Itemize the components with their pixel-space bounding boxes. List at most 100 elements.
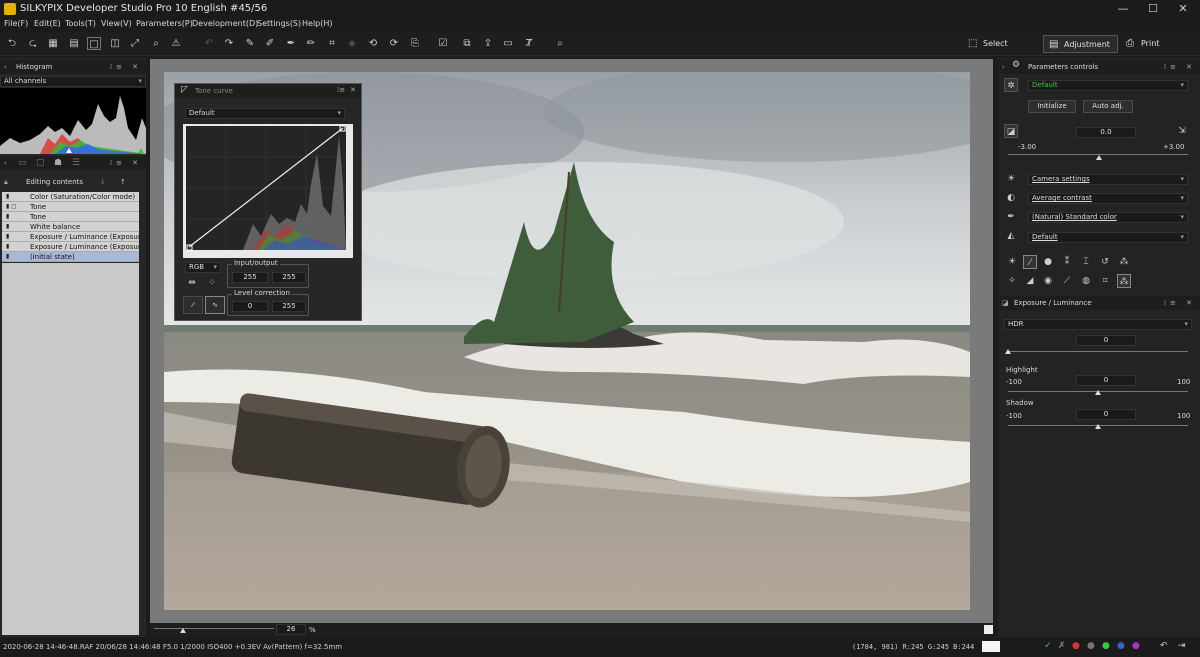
menu-edit[interactable]: Edit(E) xyxy=(34,19,61,28)
thumbnail-view-icon[interactable]: ▦ xyxy=(46,37,60,50)
linear-curve-button[interactable]: ⁄ xyxy=(183,296,203,314)
color-select[interactable]: (Natural) Standard color ▾ xyxy=(1028,212,1188,223)
points-icon[interactable]: ⁘ xyxy=(205,276,219,290)
histogram-channel-select[interactable]: All channels ▾ xyxy=(0,76,146,87)
exposure-mode-select[interactable]: HDR ▾ xyxy=(1004,319,1192,330)
exposure-tool-icon[interactable]: ⁂ xyxy=(1117,274,1131,288)
collapse-icon[interactable]: ‹ xyxy=(4,60,7,74)
people-icon[interactable]: ☗ xyxy=(54,158,62,168)
arrow-down-icon[interactable]: ↓ xyxy=(100,175,106,189)
copy-params-icon[interactable]: ✎ xyxy=(243,37,257,50)
group-icon[interactable]: ⧉ xyxy=(460,37,474,50)
level-low-spinner[interactable]: 0 xyxy=(232,301,268,312)
list-item[interactable]: ▮ Exposure / Luminance (Exposure xyxy=(2,232,139,242)
export-status-icon[interactable]: ⇥ xyxy=(1178,641,1186,651)
crop-tool-icon[interactable]: ⌗ xyxy=(1098,274,1112,288)
arrow-up-icon[interactable]: ↑ xyxy=(120,175,126,189)
hdr-slider-thumb[interactable] xyxy=(1005,349,1011,354)
maximize-icon[interactable]: ☐ xyxy=(1138,1,1168,17)
gradient-tool-icon[interactable]: ◢ xyxy=(1023,274,1037,288)
panel-menu-icon[interactable]: ⁞≡ ✕ xyxy=(110,60,142,74)
taste-icon[interactable]: ✲ xyxy=(1004,78,1018,92)
compare-view-icon[interactable]: ◫ xyxy=(108,37,122,50)
slideshow-icon[interactable]: ▭ xyxy=(501,37,515,50)
tone-curve-tool-icon[interactable]: ⁄ xyxy=(1023,255,1037,269)
prev-image-icon[interactable]: ⮌ xyxy=(5,37,19,50)
filmstrip-view-icon[interactable]: ▤ xyxy=(67,37,81,50)
palette-tool-icon[interactable]: ◍ xyxy=(1079,274,1093,288)
brush-tool-icon[interactable]: ⟋ xyxy=(1060,274,1074,288)
mark-icon[interactable]: ☑ xyxy=(436,37,450,50)
panel-menu-icon[interactable]: ⁞≡ ✕ xyxy=(1164,60,1196,74)
list-item[interactable]: ▮ Tone xyxy=(2,212,139,222)
single-view-icon[interactable]: □ xyxy=(87,37,101,50)
spline-curve-button[interactable]: ∿ xyxy=(205,296,225,314)
warning-icon[interactable]: ⚠ xyxy=(169,37,183,50)
sharpness-select[interactable]: Default ▾ xyxy=(1028,232,1188,243)
rotate-right-icon[interactable]: ⟳ xyxy=(387,37,401,50)
sphere-tool-icon[interactable]: ● xyxy=(1041,255,1055,269)
comment-icon[interactable]: ▢ xyxy=(36,158,45,168)
paste-params-icon[interactable]: ✐ xyxy=(263,37,277,50)
layers-icon[interactable]: ◈ xyxy=(345,37,359,50)
list-item[interactable]: ▮ White balance xyxy=(2,222,139,232)
collapse-icon[interactable]: ‹ xyxy=(4,156,7,170)
hue-tool-icon[interactable]: ⁑ xyxy=(1060,255,1074,269)
crop-icon[interactable]: ⌗ xyxy=(325,37,339,50)
label-red-icon[interactable]: ● xyxy=(1072,641,1080,651)
minimize-icon[interactable]: — xyxy=(1108,1,1138,17)
close-icon[interactable]: ✕ xyxy=(1168,1,1198,17)
list-item[interactable]: ▮ ◻ Tone xyxy=(2,202,139,212)
menu-tools[interactable]: Tools(T) xyxy=(65,19,96,28)
list-item[interactable]: ▮ Exposure / Luminance (Exposure xyxy=(2,242,139,252)
menu-file[interactable]: File(F) xyxy=(4,19,28,28)
revert-icon[interactable]: ↶ xyxy=(1160,641,1168,651)
menu-help[interactable]: Help(H) xyxy=(302,19,333,28)
exposure-slider-thumb[interactable] xyxy=(1096,155,1102,160)
menu-parameters[interactable]: Parameters(P) xyxy=(136,19,193,28)
exposure-icon[interactable]: ◪ xyxy=(1004,124,1018,138)
list-icon[interactable]: ☰ xyxy=(72,158,80,168)
level-high-spinner[interactable]: 255 xyxy=(272,301,306,312)
panel-menu-icon[interactable]: ⁞≡ ✕ xyxy=(1164,296,1196,310)
tone-curve-channel-select[interactable]: RGB ▾ xyxy=(185,262,221,273)
eye-tool-icon[interactable]: ◉ xyxy=(1041,274,1055,288)
output-spinner[interactable]: 255 xyxy=(272,272,306,283)
split-tool-icon[interactable]: ⁂ xyxy=(1117,255,1131,269)
wb-tool-icon[interactable]: ☀ xyxy=(1005,255,1019,269)
menu-development[interactable]: Development(D) xyxy=(192,19,258,28)
redo-icon[interactable]: ↷ xyxy=(222,37,236,50)
rotate-left-icon[interactable]: ⟲ xyxy=(366,37,380,50)
label-gray-icon[interactable]: ● xyxy=(1087,641,1095,651)
mode-select-button[interactable]: ⬚ Select xyxy=(963,35,1033,53)
folder-icon[interactable]: ▭ xyxy=(18,158,27,168)
reject-icon[interactable]: ✗ xyxy=(1058,641,1066,651)
zoom-slider-thumb[interactable] xyxy=(180,628,186,633)
reset-range-icon[interactable]: ⇹ xyxy=(185,276,199,290)
develop-icon[interactable]: ⎘ xyxy=(408,37,422,50)
white-balance-icon[interactable]: ☀ xyxy=(1004,172,1018,186)
noise-tool-icon[interactable]: ⌶ xyxy=(1079,255,1093,269)
fullscreen-icon[interactable]: ⤢ xyxy=(128,37,142,50)
eyedropper-icon[interactable]: ✒ xyxy=(284,37,298,50)
sharpness-icon[interactable]: ◭ xyxy=(1004,229,1018,243)
mode-print-button[interactable]: ⎙ Print xyxy=(1121,35,1181,53)
lock-icon[interactable]: 🔒︎ xyxy=(4,175,8,189)
label-green-icon[interactable]: ● xyxy=(1102,641,1110,651)
shadow-spinner[interactable]: 0 xyxy=(1076,409,1136,420)
panel-menu-icon[interactable]: ⁞≡ ✕ xyxy=(110,156,142,170)
brush-icon[interactable]: ✏ xyxy=(304,37,318,50)
highlight-slider-thumb[interactable] xyxy=(1095,390,1101,395)
collapse-icon[interactable]: › xyxy=(1002,60,1005,74)
list-item-selected[interactable]: ▮ (initial state) xyxy=(2,252,139,262)
shadow-slider-thumb[interactable] xyxy=(1095,424,1101,429)
exposure-spinner[interactable]: 0.0 xyxy=(1076,127,1136,138)
taste-select[interactable]: Default ▾ xyxy=(1028,80,1188,91)
color-icon[interactable]: ✒ xyxy=(1004,210,1018,224)
panel-menu-icon[interactable]: ⁞≡ xyxy=(337,86,345,94)
highlight-spinner[interactable]: 0 xyxy=(1076,375,1136,386)
input-spinner[interactable]: 255 xyxy=(232,272,268,283)
tone-curve-preset-select[interactable]: Default ▾ xyxy=(185,108,345,119)
fit-icon[interactable] xyxy=(984,625,993,634)
dust-tool-icon[interactable]: ✧ xyxy=(1005,274,1019,288)
